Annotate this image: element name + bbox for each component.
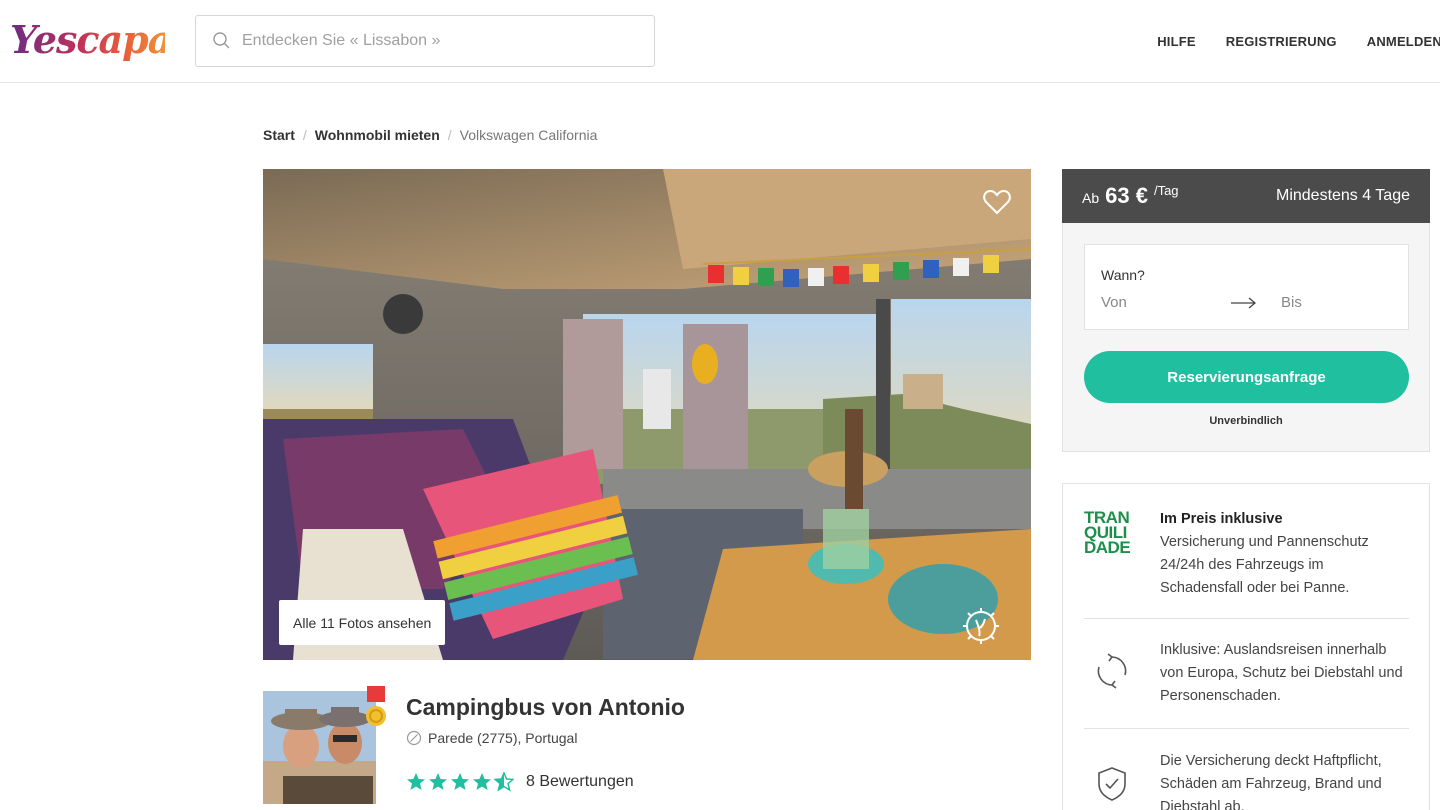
booking-form: Wann? Von Bis Reservierungsanfrage Unver… xyxy=(1062,223,1430,452)
breadcrumb-separator: / xyxy=(447,127,452,143)
star-full-icon xyxy=(473,773,491,790)
divider xyxy=(1084,618,1409,619)
star-full-icon xyxy=(407,773,425,790)
nav-register-link[interactable]: REGISTRIERUNG xyxy=(1226,34,1337,49)
listing-title: Campingbus von Antonio xyxy=(406,694,685,720)
location-text: Parede (2775), Portugal xyxy=(428,730,578,746)
star-half-icon xyxy=(494,772,514,792)
breadcrumb-rent-camper[interactable]: Wohnmobil mieten xyxy=(315,127,440,143)
insurance-card: TRAN QUILI DADE Im Preis inklusive Versi… xyxy=(1062,483,1430,810)
minimum-days: Mindestens 4 Tage xyxy=(1275,187,1410,204)
search-input[interactable] xyxy=(242,32,642,50)
price-prefix: Ab xyxy=(1082,190,1100,206)
start-date-field[interactable]: Von xyxy=(1101,294,1127,311)
listing-rating[interactable]: 8 Bewertungen xyxy=(406,772,634,792)
top-header: Yescapa HILFE REGISTRIERUNG ANMELDEN xyxy=(0,0,1440,83)
shield-check-icon xyxy=(1098,767,1126,801)
breadcrumb-current: Volkswagen California xyxy=(459,127,598,143)
yescapa-logo[interactable]: Yescapa xyxy=(10,14,172,70)
logo-text: Yescapa xyxy=(10,14,172,66)
price-amount: 63 € xyxy=(1105,183,1148,208)
divider xyxy=(1084,728,1409,729)
insurance-row-liability: Die Versicherung deckt Haftpflicht, Schä… xyxy=(1084,750,1409,810)
insurance-title: Im Preis inklusive xyxy=(1160,511,1283,527)
date-picker[interactable]: Wann? Von Bis xyxy=(1084,244,1409,330)
nav-help-link[interactable]: HILFE xyxy=(1157,34,1196,49)
refresh-icon xyxy=(1097,653,1127,689)
listing-location: Parede (2775), Portugal xyxy=(406,730,577,746)
all-photos-button[interactable]: Alle 11 Fotos ansehen xyxy=(279,600,446,645)
location-icon xyxy=(406,730,422,746)
insurance-description: Die Versicherung deckt Haftpflicht, Schä… xyxy=(1160,753,1382,810)
star-full-icon xyxy=(429,773,447,790)
listing-main-photo[interactable]: Alle 11 Fotos ansehen xyxy=(263,169,1031,660)
star-full-icon xyxy=(451,773,469,790)
breadcrumb-separator: / xyxy=(302,127,307,143)
camper-interior-image xyxy=(263,169,1031,660)
owner-avatar[interactable] xyxy=(263,691,376,804)
insurance-description: Versicherung und Pannenschutz 24/24h des… xyxy=(1160,534,1369,596)
insurance-row-europe: Inklusive: Auslandsreisen innerhalb von … xyxy=(1084,639,1409,729)
top-nav: HILFE REGISTRIERUNG ANMELDEN xyxy=(1157,0,1440,83)
breadcrumb-start[interactable]: Start xyxy=(263,127,295,143)
search-icon xyxy=(213,32,230,49)
insurance-description: Inklusive: Auslandsreisen innerhalb von … xyxy=(1160,642,1403,704)
reservation-request-button[interactable]: Reservierungsanfrage xyxy=(1084,351,1409,403)
price-bar: Ab 63 € /Tag Mindestens 4 Tage xyxy=(1062,169,1430,223)
reviews-count[interactable]: 8 Bewertungen xyxy=(526,773,634,791)
tranquilidade-logo: TRAN QUILI DADE xyxy=(1084,509,1140,557)
superhost-medal-icon xyxy=(366,686,386,726)
insurance-text: Im Preis inklusive Versicherung und Pann… xyxy=(1160,508,1410,600)
arrow-right-icon xyxy=(1231,297,1257,309)
date-picker-label: Wann? xyxy=(1101,267,1145,283)
nav-login-link[interactable]: ANMELDEN xyxy=(1367,34,1440,49)
breadcrumb: Start / Wohnmobil mieten / Volkswagen Ca… xyxy=(263,127,597,143)
search-bar[interactable] xyxy=(195,15,655,67)
yescapa-badge-icon xyxy=(963,608,999,644)
price-unit: /Tag xyxy=(1153,183,1179,198)
price-display: Ab 63 € /Tag xyxy=(1082,183,1179,209)
tranquilidade-logo-line: DADE xyxy=(1084,538,1131,557)
owner-photo xyxy=(263,691,376,804)
nonbinding-note: Unverbindlich xyxy=(1209,415,1283,427)
end-date-field[interactable]: Bis xyxy=(1281,294,1302,311)
insurance-row-included: TRAN QUILI DADE Im Preis inklusive Versi… xyxy=(1084,508,1409,618)
heart-icon[interactable] xyxy=(983,189,1011,215)
